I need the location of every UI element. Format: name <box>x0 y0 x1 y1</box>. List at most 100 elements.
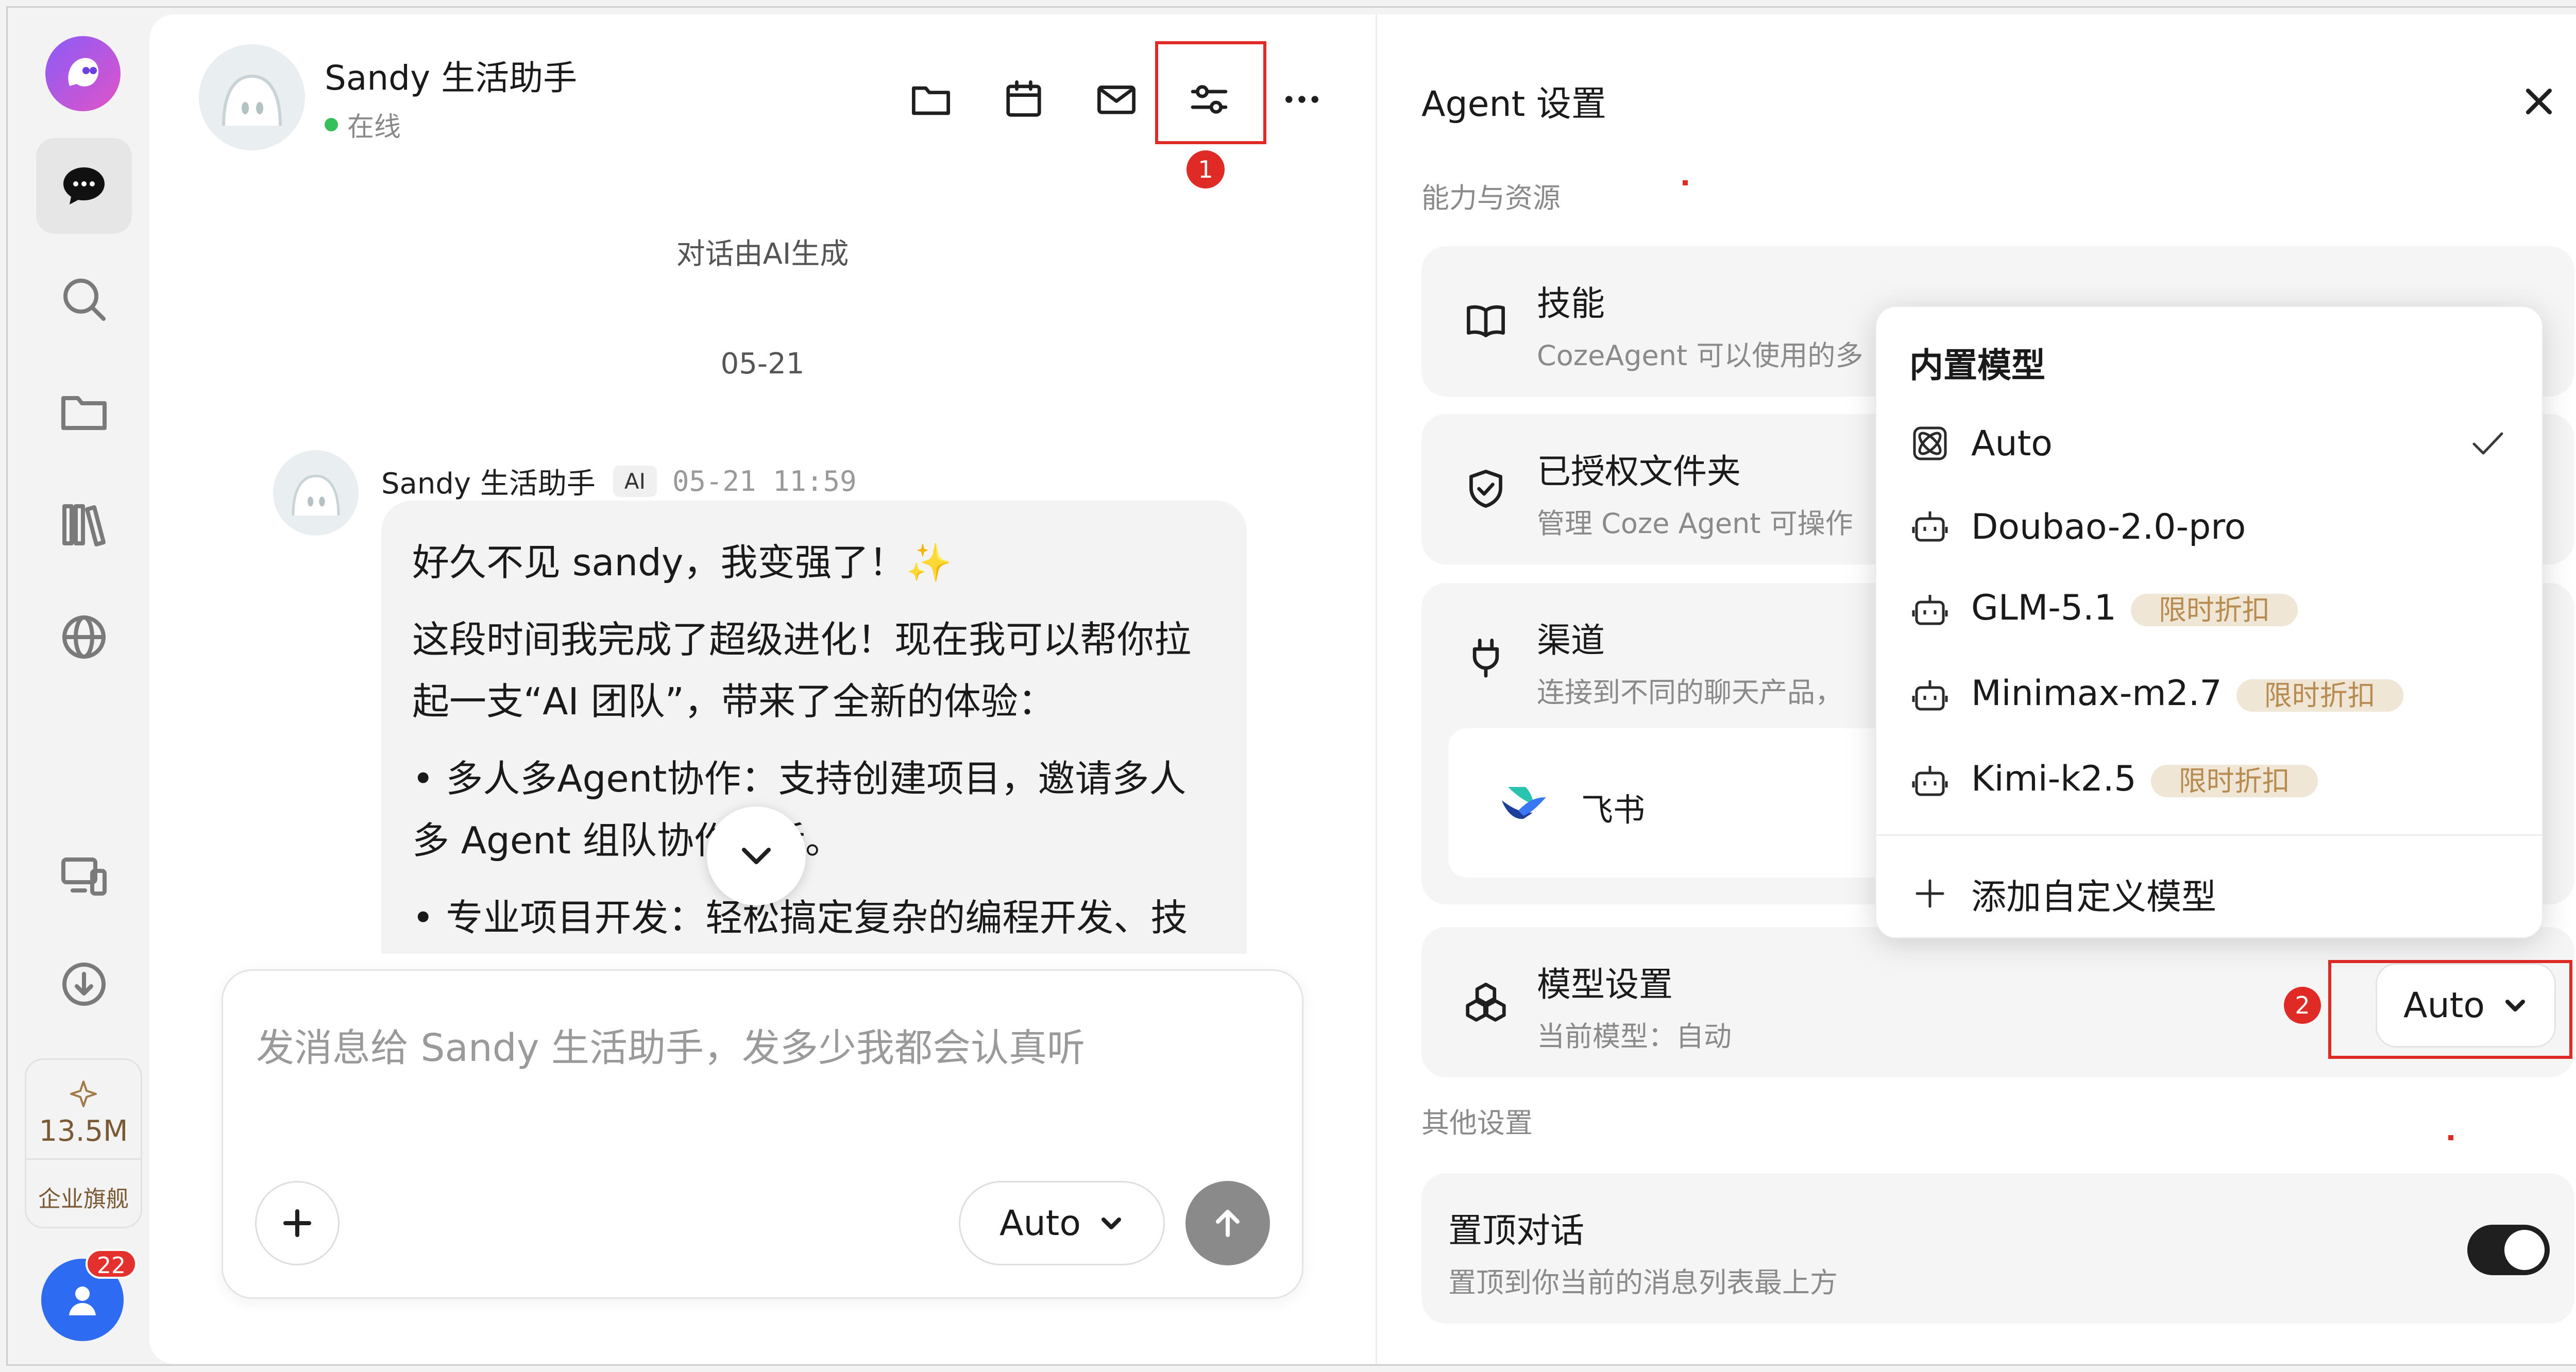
sparkle-icon <box>70 1081 97 1107</box>
model-option-name: GLM-5.1 限时折扣 <box>1971 580 2298 641</box>
chat-nav-button[interactable] <box>36 138 132 234</box>
model-option-minimax[interactable]: Minimax-m2.7 限时折扣 <box>1876 657 2542 734</box>
pin-chat-card: 置顶对话 置顶到你当前的消息列表最上方 <box>1421 1173 2574 1324</box>
arrow-up-icon <box>1216 1210 1240 1237</box>
library-icon <box>62 504 106 546</box>
folder-nav-button[interactable] <box>36 364 132 459</box>
folder-icon <box>61 396 107 430</box>
pin-chat-toggle[interactable] <box>2467 1225 2550 1275</box>
attach-button[interactable] <box>255 1181 340 1265</box>
message-bubble: 好久不见 sandy，我变强了！✨ 这段时间我完成了超级进化！现在我可以帮你拉起… <box>381 501 1247 954</box>
ghost-avatar-icon <box>292 474 340 516</box>
plan-label: 企业旗舰 <box>38 1186 129 1212</box>
agent-status: 在线 <box>325 105 401 144</box>
folders-title: 已授权文件夹 <box>1537 452 1741 491</box>
user-icon <box>69 1287 96 1315</box>
model-option-label: GLM-5.1 <box>1971 588 2116 628</box>
check-icon <box>2472 432 2503 455</box>
library-nav-button[interactable] <box>36 477 132 573</box>
ghost-avatar-icon <box>222 74 282 126</box>
message-input[interactable]: 发消息给 Sandy 生活助手，发多少我都会认真听 <box>256 1017 1085 1072</box>
status-text: 在线 <box>347 112 401 143</box>
model-selector-pill[interactable]: Auto <box>959 1181 1165 1265</box>
dropdown-title: 内置模型 <box>1909 346 2045 385</box>
quota-divider <box>26 1158 141 1160</box>
highlight-box-settings <box>1155 41 1266 144</box>
dropdown-divider <box>1876 834 2542 836</box>
notification-badge: 22 <box>86 1249 137 1279</box>
annotation-mark <box>2448 1135 2453 1140</box>
model-option-name: Kimi-k2.5 限时折扣 <box>1971 751 2318 812</box>
plus-icon <box>1909 873 1951 914</box>
robot-icon <box>1909 675 1951 716</box>
message-composer[interactable]: 发消息给 Sandy 生活助手，发多少我都会认真听 Auto <box>222 969 1303 1299</box>
robot-icon <box>1909 506 1951 547</box>
close-settings-button[interactable] <box>2511 73 2567 130</box>
globe-icon <box>62 615 106 659</box>
model-settings-card[interactable]: 模型设置 当前模型：自动 2 Auto <box>1421 927 2574 1077</box>
chat-bubble-icon <box>63 167 105 204</box>
discount-tag: 限时折扣 <box>2130 594 2298 626</box>
download-nav-button[interactable] <box>36 936 132 1032</box>
step-marker-2: 2 <box>2284 987 2321 1024</box>
agent-avatar[interactable] <box>199 44 305 150</box>
message-sender: Sandy 生活助手 <box>381 467 596 501</box>
book-icon <box>1463 298 1509 344</box>
section-resources-label: 能力与资源 <box>1421 182 1561 214</box>
app-logo[interactable] <box>45 36 121 111</box>
scroll-to-bottom-button[interactable] <box>707 807 806 905</box>
model-option-label: Minimax-m2.7 <box>1971 673 2222 714</box>
model-settings-title: 模型设置 <box>1537 965 1673 1004</box>
auto-model-icon <box>1909 423 1951 464</box>
model-option-name: Minimax-m2.7 限时折扣 <box>1971 665 2403 726</box>
calendar-button[interactable] <box>995 71 1052 128</box>
date-divider: 05-21 <box>720 347 805 381</box>
more-button[interactable] <box>1274 71 1330 128</box>
chevron-down-icon <box>742 848 771 864</box>
plug-icon <box>1463 634 1509 681</box>
annotation-mark <box>1683 180 1688 185</box>
pin-chat-subtitle: 置顶到你当前的消息列表最上方 <box>1448 1266 1838 1299</box>
skills-subtitle: CozeAgent 可以使用的多 <box>1537 339 1863 372</box>
section-other-label: 其他设置 <box>1421 1107 1533 1139</box>
model-option-name: Auto <box>1971 423 2053 464</box>
ai-tag: AI <box>613 466 657 497</box>
close-icon <box>2526 89 2552 114</box>
model-cubes-icon <box>1463 979 1509 1025</box>
pin-chat-title: 置顶对话 <box>1448 1211 1584 1250</box>
mail-button[interactable] <box>1088 71 1145 128</box>
devices-icon <box>61 858 107 896</box>
search-nav-button[interactable] <box>36 251 132 347</box>
agent-name: Sandy 生活助手 <box>325 58 578 98</box>
channels-title: 渠道 <box>1537 621 1605 660</box>
model-dropdown: 内置模型 Auto Doubao-2.0-pro GLM-5.1 限时折扣 Min… <box>1875 306 2543 938</box>
message-avatar[interactable] <box>273 450 359 536</box>
message-line: 这段时间我完成了超级进化！现在我可以帮你拉起一支“AI 团队”，带来了全新的体验… <box>412 618 1192 723</box>
model-option-label: Kimi-k2.5 <box>1971 759 2137 799</box>
channels-subtitle: 连接到不同的聊天产品， <box>1537 676 1843 709</box>
skills-title: 技能 <box>1537 284 1605 323</box>
quota-value: 13.5M <box>39 1114 128 1148</box>
calendar-icon <box>1006 80 1041 117</box>
shield-check-icon <box>1463 466 1509 512</box>
add-custom-model-label: 添加自定义模型 <box>1971 877 2217 918</box>
message-meta: Sandy 生活助手 AI 05-21 11:59 <box>381 460 857 502</box>
model-option-doubao[interactable]: Doubao-2.0-pro <box>1876 488 2542 565</box>
explore-nav-button[interactable] <box>36 589 132 685</box>
robot-icon <box>1909 761 1951 802</box>
files-button[interactable] <box>903 71 959 128</box>
feishu-label: 飞书 <box>1581 791 1646 829</box>
message-line: • 专业项目开发：轻松搞定复杂的编程开发、技术迭代与视频创作。 <box>412 896 1188 939</box>
quota-card[interactable]: 13.5M 企业旗舰 <box>25 1058 142 1228</box>
add-custom-model-button[interactable]: 添加自定义模型 <box>1876 855 2542 932</box>
robot-icon <box>1909 590 1951 631</box>
model-option-auto[interactable]: Auto <box>1876 405 2542 482</box>
toggle-knob <box>2504 1230 2545 1270</box>
model-option-kimi[interactable]: Kimi-k2.5 限时折扣 <box>1876 743 2542 820</box>
model-option-glm[interactable]: GLM-5.1 限时折扣 <box>1876 572 2542 649</box>
model-pill-label: Auto <box>999 1203 1081 1244</box>
folders-subtitle: 管理 Coze Agent 可操作 <box>1537 507 1853 540</box>
send-button[interactable] <box>1185 1181 1270 1265</box>
settings-title: Agent 设置 <box>1421 84 1606 125</box>
devices-nav-button[interactable] <box>36 829 132 925</box>
